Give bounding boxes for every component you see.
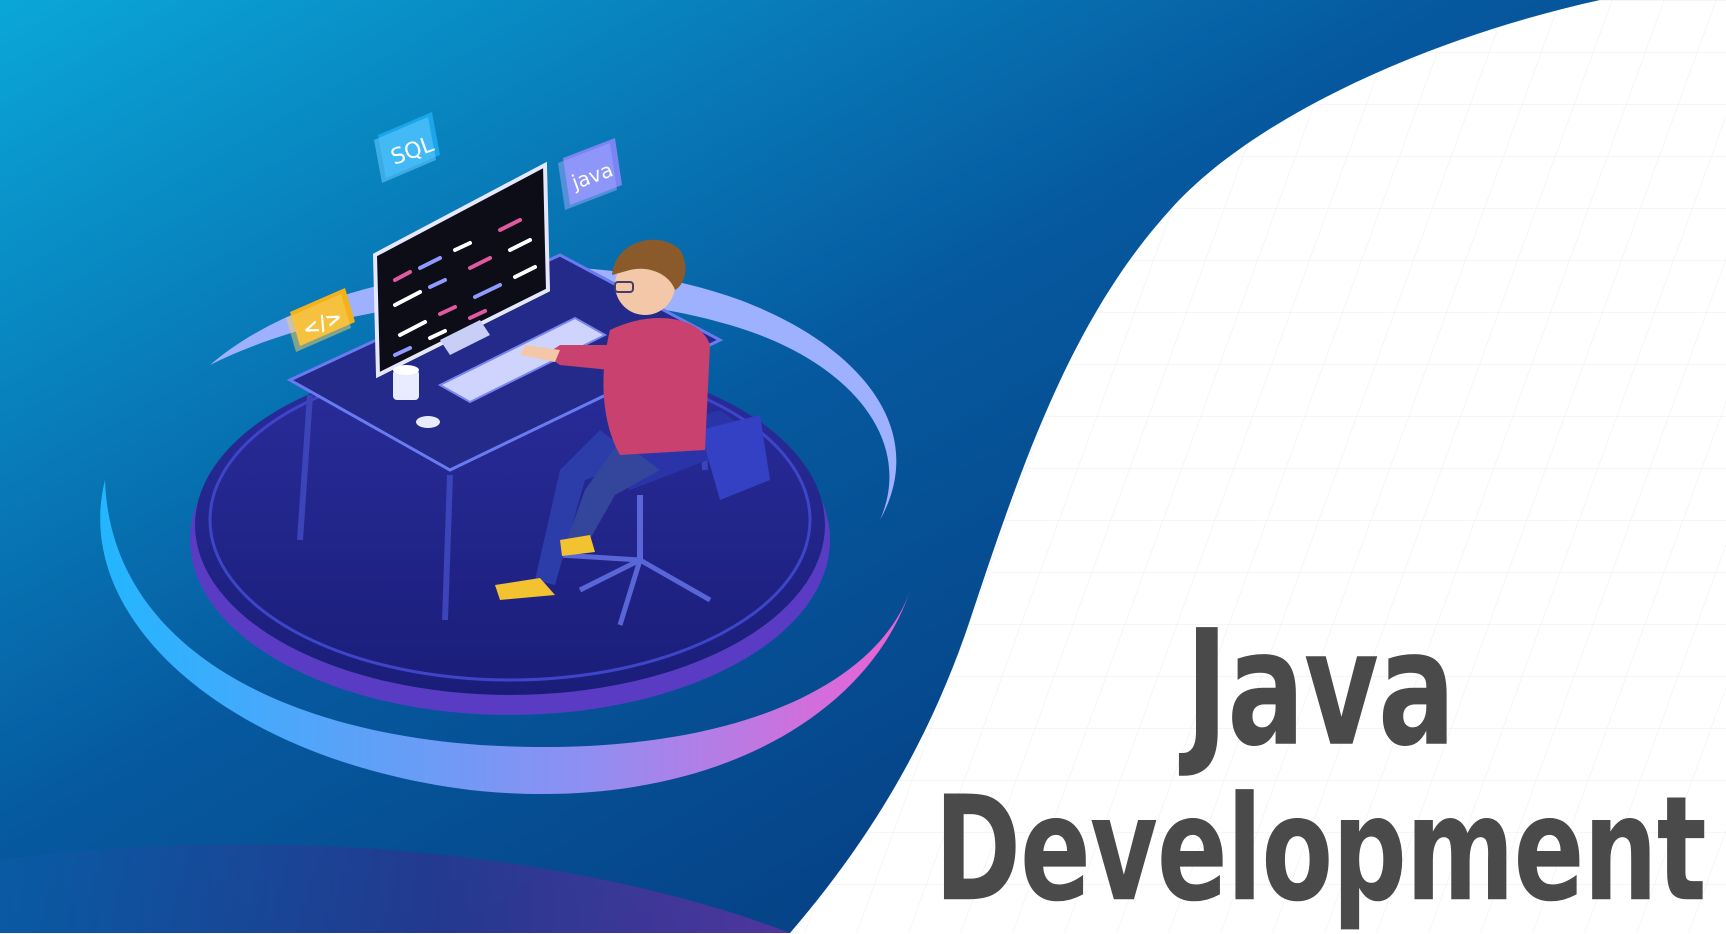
page-title: Java Development (930, 596, 1710, 922)
title-line-2: Development (934, 765, 1706, 934)
mug (393, 365, 419, 400)
mouse (416, 416, 440, 428)
shirt (603, 318, 710, 455)
title-line-1: Java (1185, 596, 1455, 783)
